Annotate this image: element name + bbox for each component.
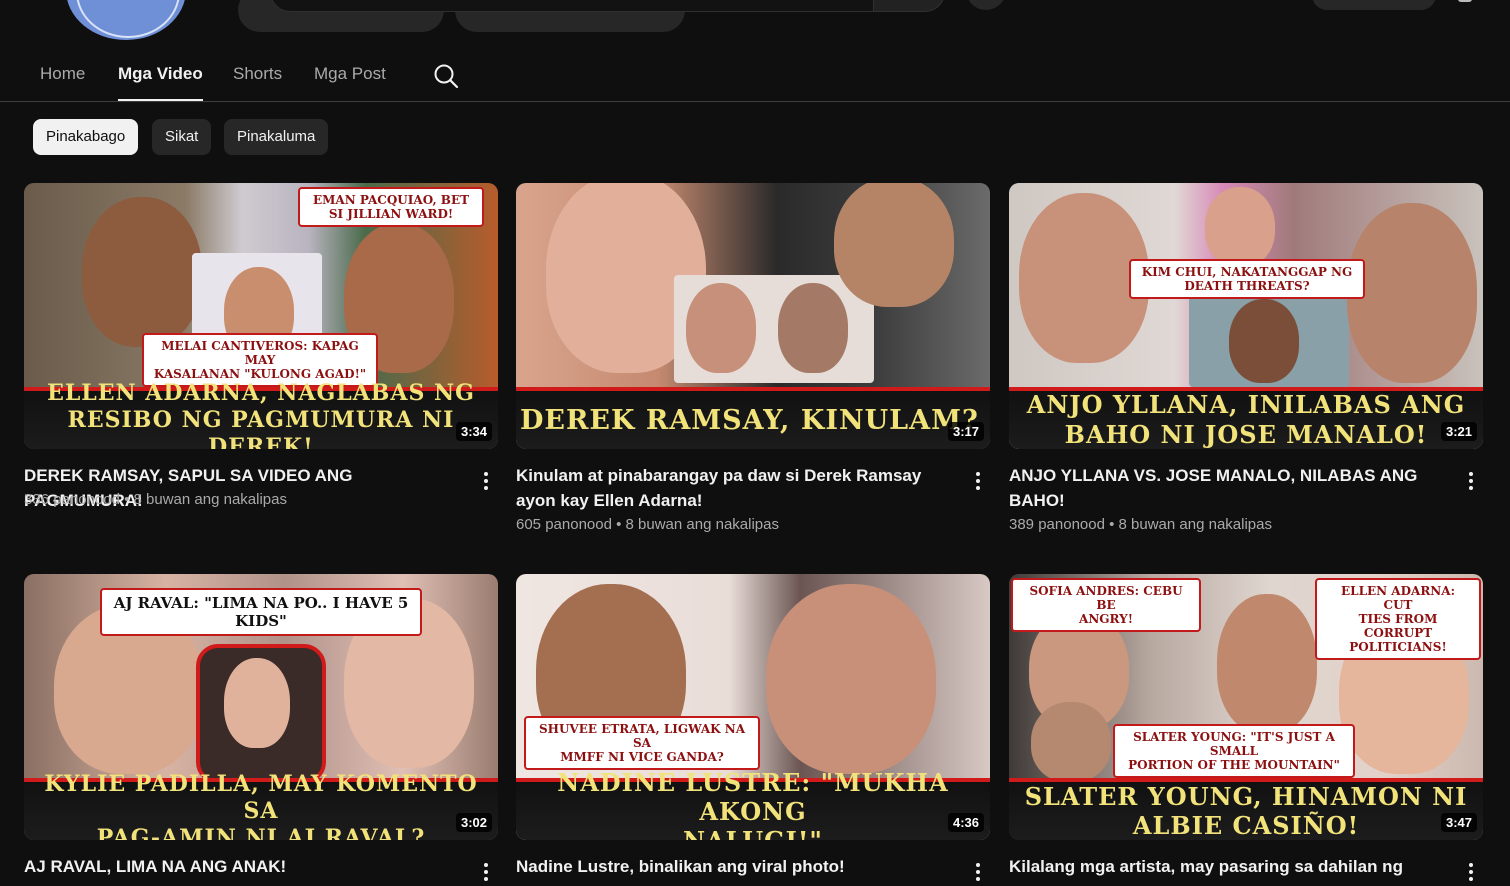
video-title[interactable]: Nadine Lustre, binalikan ang viral photo… <box>516 854 956 879</box>
video-meta: 605 panonood • 8 buwan ang nakalipas <box>516 516 779 533</box>
video-thumbnail[interactable]: SOFIA ANDRES: CEBU BE ANGRY! ELLEN ADARN… <box>1009 574 1483 840</box>
search-button[interactable] <box>873 0 945 12</box>
thumbnail-callout: SOFIA ANDRES: CEBU BE ANGRY! <box>1011 578 1201 632</box>
video-duration: 3:02 <box>455 813 492 832</box>
video-thumbnail[interactable]: DEREK RAMSAY, KINULAM? 3:17 <box>516 183 990 449</box>
video-card[interactable]: SHUVEE ETRATA, LIGWAK NA SA MMFF NI VICE… <box>516 574 990 881</box>
channel-tabs: Home Mga Video Shorts Mga Post <box>0 56 1510 102</box>
video-title[interactable]: Kilalang mga artista, may pasaring sa da… <box>1009 854 1449 879</box>
upload-age: 8 buwan ang nakalipas <box>1118 516 1272 533</box>
video-duration: 3:47 <box>1440 813 1477 832</box>
search-icon[interactable] <box>432 62 460 90</box>
thumbnail-callout: EMAN PACQUIAO, BET SI JILLIAN WARD! <box>298 187 484 227</box>
video-title[interactable]: ANJO YLLANA VS. JOSE MANALO, NILABAS ANG… <box>1009 463 1449 513</box>
upload-age: 8 buwan ang nakalipas <box>133 491 287 508</box>
video-meta: 336 panonood • 8 buwan ang nakalipas <box>24 491 287 508</box>
video-card[interactable]: SOFIA ANDRES: CEBU BE ANGRY! ELLEN ADARN… <box>1009 574 1483 881</box>
video-title[interactable]: AJ RAVAL, LIMA NA ANG ANAK! <box>24 854 464 879</box>
thumbnail-callout: ELLEN ADARNA: CUT TIES FROM CORRUPT POLI… <box>1315 578 1481 660</box>
thumbnail-headline: DEREK RAMSAY, KINULAM? <box>520 404 979 436</box>
more-vertical-icon[interactable] <box>968 469 988 495</box>
upload-age: 8 buwan ang nakalipas <box>625 516 779 533</box>
tab-posts[interactable]: Mga Post <box>314 64 386 84</box>
video-duration: 3:21 <box>1440 422 1477 441</box>
chip-newest[interactable]: Pinakabago <box>33 119 139 155</box>
thumbnail-headline: KYLIE PADILLA, MAY KOMENTO SA PAG-AMIN N… <box>44 770 478 841</box>
more-vertical-icon[interactable] <box>1461 860 1481 886</box>
video-duration: 3:17 <box>947 422 984 441</box>
video-card[interactable]: EMAN PACQUIAO, BET SI JILLIAN WARD! MELA… <box>24 183 498 510</box>
tab-videos[interactable]: Mga Video <box>118 64 203 101</box>
masthead <box>0 0 1510 40</box>
more-vertical-icon[interactable] <box>1461 469 1481 495</box>
channel-avatar[interactable] <box>66 0 186 40</box>
tab-home[interactable]: Home <box>40 64 85 84</box>
thumbnail-callout: SLATER YOUNG: "IT'S JUST A SMALL PORTION… <box>1113 724 1355 778</box>
chip-oldest[interactable]: Pinakaluma <box>224 119 329 155</box>
voice-search-button[interactable] <box>966 0 1006 10</box>
more-vertical-icon[interactable] <box>968 860 988 886</box>
video-card[interactable]: AJ RAVAL: "LIMA NA PO.. I HAVE 5 KIDS" K… <box>24 574 498 881</box>
video-duration: 4:36 <box>947 813 984 832</box>
tab-shorts[interactable]: Shorts <box>233 64 282 84</box>
thumbnail-headline: ANJO YLLANA, INILABAS ANG BAHO NI JOSE M… <box>1026 390 1466 449</box>
video-thumbnail[interactable]: KIM CHUI, NAKATANGGAP NG DEATH THREATS? … <box>1009 183 1483 449</box>
more-vertical-icon[interactable] <box>476 469 496 495</box>
video-title[interactable]: Kinulam at pinabarangay pa daw si Derek … <box>516 463 956 513</box>
chip-popular[interactable]: Sikat <box>152 119 212 155</box>
video-duration: 3:34 <box>455 422 492 441</box>
thumbnail-callout: AJ RAVAL: "LIMA NA PO.. I HAVE 5 KIDS" <box>100 588 422 636</box>
thumbnail-headline: SLATER YOUNG, HINAMON NI ALBIE CASIÑO! <box>1024 782 1468 840</box>
search-input[interactable] <box>270 0 876 12</box>
thumbnail-callout: SHUVEE ETRATA, LIGWAK NA SA MMFF NI VICE… <box>524 716 760 770</box>
thumbnail-headline: NADINE LUSTRE: "MUKHA AKONG NALUGI!" <box>557 767 949 841</box>
view-count: 605 panonood <box>516 516 612 533</box>
video-meta: 389 panonood • 8 buwan ang nakalipas <box>1009 516 1272 533</box>
video-card[interactable]: KIM CHUI, NAKATANGGAP NG DEATH THREATS? … <box>1009 183 1483 533</box>
more-icon[interactable] <box>1458 0 1472 2</box>
thumbnail-callout: KIM CHUI, NAKATANGGAP NG DEATH THREATS? <box>1129 259 1365 299</box>
video-thumbnail[interactable]: AJ RAVAL: "LIMA NA PO.. I HAVE 5 KIDS" K… <box>24 574 498 840</box>
video-thumbnail[interactable]: EMAN PACQUIAO, BET SI JILLIAN WARD! MELA… <box>24 183 498 449</box>
video-thumbnail[interactable]: SHUVEE ETRATA, LIGWAK NA SA MMFF NI VICE… <box>516 574 990 840</box>
thumbnail-headline: ELLEN ADARNA, NAGLABAS NG RESIBO NG PAGM… <box>47 379 475 450</box>
view-count: 336 panonood <box>24 491 120 508</box>
video-card[interactable]: DEREK RAMSAY, KINULAM? 3:17 Kinulam at p… <box>516 183 990 533</box>
subscribe-button[interactable] <box>1312 0 1436 10</box>
more-vertical-icon[interactable] <box>476 860 496 886</box>
view-count: 389 panonood <box>1009 516 1105 533</box>
